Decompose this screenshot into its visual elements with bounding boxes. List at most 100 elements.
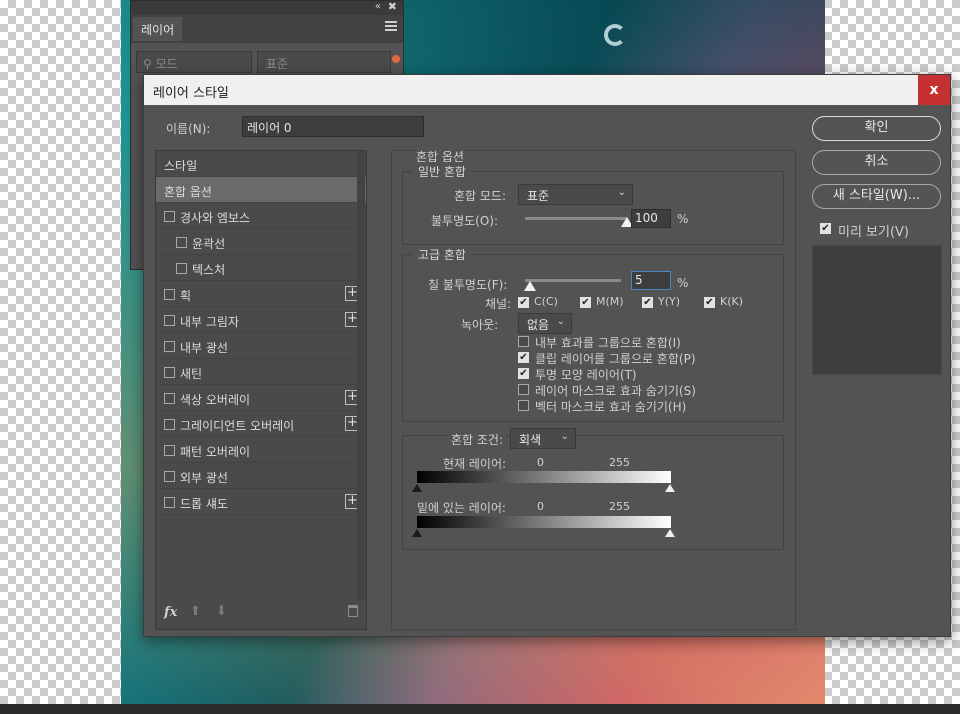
new-style-button[interactable]: 새 스타일(W)... — [812, 184, 941, 209]
blend-mode-label: 혼합 모드: — [454, 189, 507, 203]
style-checkbox[interactable] — [176, 237, 187, 248]
advanced-blending-title: 고급 혼합 — [413, 246, 471, 263]
opacity-input[interactable]: 100 — [631, 209, 671, 228]
channel-checkbox[interactable]: ✔ — [580, 297, 591, 308]
underlying-layer-white-handle[interactable] — [665, 529, 675, 537]
styles-list: 스타일혼합 옵션경사와 엠보스윤곽선텍스처획 + 내부 그림자 + 내부 광선새틴 색상 … — [155, 150, 367, 630]
opacity-unit: % — [677, 212, 689, 226]
style-list-item[interactable]: 패턴 오버레이 — [156, 437, 366, 463]
close-panel-icon[interactable]: ✖ — [388, 0, 397, 13]
style-checkbox[interactable] — [164, 497, 175, 508]
loading-spinner-icon — [604, 24, 626, 46]
fill-opacity-slider-thumb[interactable] — [523, 281, 536, 291]
this-layer-gradient-bar — [417, 471, 671, 483]
style-list-item[interactable]: 새틴 — [156, 359, 366, 385]
knockout-label: 녹아웃: — [461, 318, 499, 332]
general-blending-group: 일반 혼합 혼합 모드: 표준 ⌄ 불투명도(O): 100 % — [402, 163, 784, 245]
this-layer-black-handle[interactable] — [412, 484, 422, 492]
advanced-option-checkbox[interactable]: ✔ — [518, 368, 529, 379]
channel-label: M(M) — [596, 295, 624, 308]
underlying-layer-gradient-bar — [417, 516, 671, 528]
layer-filter-select[interactable]: ⚲ 모드 — [136, 51, 252, 73]
style-list-item[interactable]: 그레이디언트 오버레이 + — [156, 411, 366, 437]
fill-opacity-slider-track[interactable] — [525, 279, 621, 282]
channel-checkbox[interactable]: ✔ — [518, 297, 529, 308]
advanced-option-checkbox[interactable] — [518, 336, 529, 347]
tab-layers[interactable]: 레이어 — [133, 17, 183, 41]
style-checkbox[interactable] — [176, 263, 187, 274]
style-checkbox[interactable] — [164, 471, 175, 482]
style-list-item[interactable]: 외부 광선 — [156, 463, 366, 489]
style-list-item[interactable]: 드롭 섀도 + — [156, 489, 366, 515]
channel-checkbox[interactable]: ✔ — [642, 297, 653, 308]
preview-checkbox[interactable]: ✔ — [820, 223, 831, 234]
blend-if-group: 혼합 조건: 회색 ⌄ 현재 레이어: 0 255 밑에 있는 레이어: 0 2… — [402, 428, 784, 550]
style-list-item[interactable]: 경사와 엠보스 — [156, 203, 366, 229]
style-list-item[interactable]: 윤곽선 — [156, 229, 366, 255]
move-up-icon[interactable]: ⬆ — [190, 604, 201, 619]
preview-checkbox-row[interactable]: ✔ 미리 보기(V) — [820, 221, 960, 240]
channel-checkbox[interactable]: ✔ — [704, 297, 715, 308]
style-list-item-label: 획 — [180, 289, 192, 303]
style-list-item[interactable]: 혼합 옵션 — [156, 177, 366, 203]
close-icon[interactable]: x — [918, 75, 950, 105]
advanced-option-label: 클립 레이어를 그룹으로 혼합(P) — [535, 352, 696, 366]
style-list-item[interactable]: 획 + — [156, 281, 366, 307]
layer-style-dialog: 레이어 스타일 x 이름(N): 레이어 0 스타일혼합 옵션경사와 엠보스윤곽… — [143, 74, 951, 637]
blend-mode-select[interactable]: 표준 ⌄ — [518, 184, 633, 205]
trash-icon[interactable] — [348, 605, 358, 617]
opacity-slider-track[interactable] — [525, 217, 627, 220]
dialog-titlebar: 레이어 스타일 x — [144, 75, 950, 105]
collapse-panel-icon[interactable]: « — [375, 1, 381, 12]
move-down-icon[interactable]: ⬇ — [216, 604, 227, 619]
style-checkbox[interactable] — [164, 289, 175, 300]
fill-opacity-input[interactable]: 5 — [631, 271, 671, 290]
underlying-layer-label: 밑에 있는 레이어: — [417, 501, 506, 515]
blend-if-select[interactable]: 회색 ⌄ — [510, 428, 576, 449]
knockout-value: 없음 — [527, 318, 550, 332]
ok-button[interactable]: 확인 — [812, 116, 941, 141]
blend-mode-value: 표준 — [527, 189, 550, 203]
channel-label: K(K) — [720, 295, 744, 308]
underlying-layer-max: 255 — [609, 500, 630, 513]
filter-toggle-icon[interactable] — [392, 55, 400, 63]
style-checkbox[interactable] — [164, 445, 175, 456]
style-list-item-label: 혼합 옵션 — [164, 185, 212, 199]
style-list-item[interactable]: 내부 그림자 + — [156, 307, 366, 333]
add-effect-fx-icon[interactable]: fx — [164, 605, 177, 620]
knockout-select[interactable]: 없음 ⌄ — [518, 313, 572, 334]
style-list-item[interactable]: 내부 광선 — [156, 333, 366, 359]
style-checkbox[interactable] — [164, 211, 175, 222]
style-checkbox[interactable] — [164, 341, 175, 352]
advanced-option-checkbox[interactable] — [518, 400, 529, 411]
style-list-item-label: 내부 그림자 — [180, 315, 240, 329]
style-checkbox[interactable] — [164, 419, 175, 430]
panel-menu-icon[interactable] — [385, 21, 397, 31]
style-list-item-label: 외부 광선 — [180, 471, 228, 485]
advanced-option-checkbox[interactable] — [518, 384, 529, 395]
layer-blend-mode-select[interactable]: 표준 — [257, 51, 391, 73]
advanced-option-checkbox[interactable]: ✔ — [518, 352, 529, 363]
underlying-layer-black-handle[interactable] — [412, 529, 422, 537]
styles-list-scrollbar[interactable] — [357, 151, 365, 601]
style-checkbox[interactable] — [164, 393, 175, 404]
style-list-item-label: 윤곽선 — [192, 237, 226, 251]
cancel-button[interactable]: 취소 — [812, 150, 941, 175]
layer-name-input[interactable]: 레이어 0 — [242, 116, 424, 137]
channel-label: C(C) — [534, 295, 558, 308]
style-checkbox[interactable] — [164, 367, 175, 378]
advanced-option-label: 레이어 마스크로 효과 숨기기(S) — [535, 384, 696, 398]
style-list-item-label: 텍스처 — [192, 263, 226, 277]
style-list-item-label: 내부 광선 — [180, 341, 228, 355]
opacity-label: 불투명도(O): — [431, 214, 499, 228]
this-layer-white-handle[interactable] — [665, 484, 675, 492]
style-list-item[interactable]: 스타일 — [156, 151, 366, 177]
advanced-blending-group: 고급 혼합 칠 불투명도(F): 5 % 채널: ✔ C(C) ✔ M(M) ✔ Y(Y)… — [402, 246, 784, 422]
chevron-down-icon: ⌄ — [556, 316, 565, 327]
style-list-item[interactable]: 텍스처 — [156, 255, 366, 281]
name-label: 이름(N): — [166, 122, 211, 136]
style-checkbox[interactable] — [164, 315, 175, 326]
blend-if-label: 혼합 조건: — [448, 431, 507, 448]
style-list-item-label: 드롭 섀도 — [180, 497, 228, 511]
style-list-item[interactable]: 색상 오버레이 + — [156, 385, 366, 411]
